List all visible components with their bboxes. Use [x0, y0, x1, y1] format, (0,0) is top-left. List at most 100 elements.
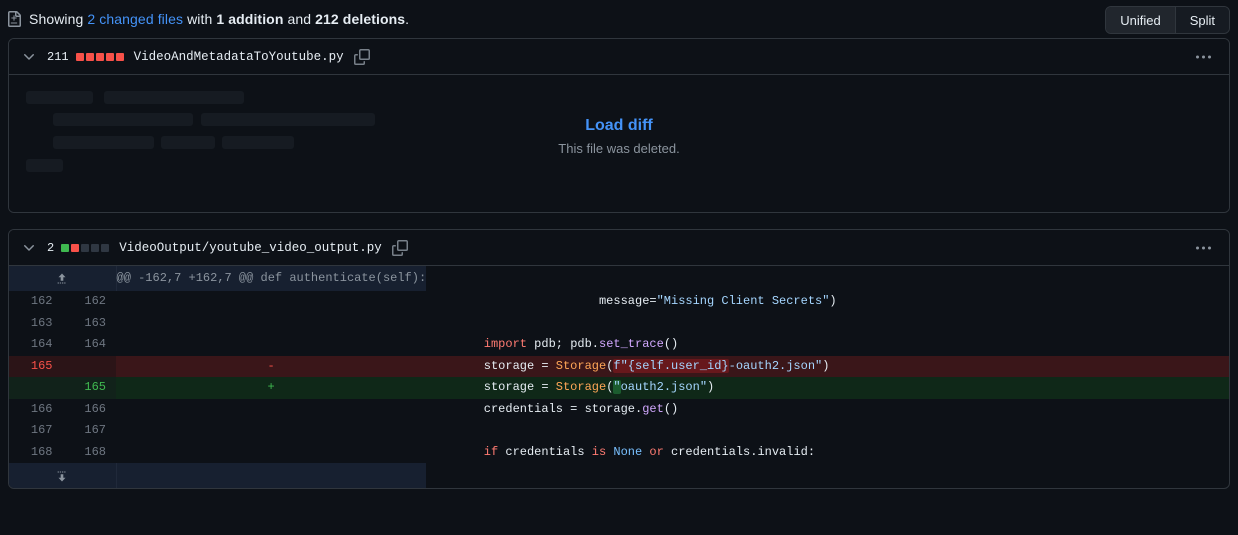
line-number-new[interactable]: 167 — [62, 420, 116, 442]
code-token: () — [663, 337, 679, 351]
file-header: 2 VideoOutput/youtube_video_output.py — [9, 230, 1229, 266]
kebab-dot — [1208, 246, 1211, 249]
line-number-new[interactable]: 163 — [62, 312, 116, 334]
file-card-deleted: 211 VideoAndMetadataToYoutube.py Load di… — [8, 38, 1230, 213]
line-number-old[interactable]: 163 — [9, 312, 63, 334]
hunk-header-text: @@ -162,7 +162,7 @@ def authenticate(sel… — [116, 266, 427, 291]
diff-marker — [116, 312, 427, 334]
diffstat-block — [105, 52, 114, 61]
code-token: or — [649, 444, 664, 459]
code-token: -oauth2.json" — [728, 358, 823, 373]
code-token-highlight: f"{self.user_id} — [613, 358, 729, 373]
line-number-new[interactable]: 162 — [62, 291, 116, 313]
diff-code-cell[interactable] — [426, 420, 1229, 442]
code-token: ) — [822, 358, 830, 373]
code-token: message= — [598, 294, 657, 308]
diff-code-cell[interactable] — [426, 312, 1229, 334]
diffstat-block — [95, 52, 104, 61]
diffstat-block — [85, 52, 94, 61]
diffstat-block — [81, 243, 90, 252]
unified-view-button[interactable]: Unified — [1106, 7, 1175, 33]
diff-code-cell[interactable]: storage = Storage(f"{self.user_id}-oauth… — [426, 355, 1229, 377]
expand-up-button[interactable] — [9, 266, 117, 291]
line-number-old[interactable]: 164 — [9, 334, 63, 356]
diff-line-deletion: 165 - storage = Storage(f"{self.user_id}-… — [9, 355, 1229, 377]
diff-marker — [116, 334, 427, 356]
diff-footer-body — [9, 463, 1229, 488]
diff-code-cell[interactable]: storage = Storage("oauth2.json") — [426, 377, 1229, 399]
kebab-dot — [1196, 55, 1199, 58]
diff-line-context: 167 167 — [9, 420, 1229, 442]
diff-marker — [116, 420, 427, 442]
file-diff-icon — [6, 11, 22, 27]
diff-code-cell[interactable]: import pdb; pdb.set_trace() — [426, 334, 1229, 356]
expand-down-row — [9, 463, 1229, 488]
skeleton-bar — [26, 91, 93, 104]
expand-down-spacer — [116, 463, 427, 488]
split-view-button[interactable]: Split — [1174, 7, 1229, 33]
summary-suffix: . — [405, 11, 410, 27]
file-options-menu-button[interactable] — [1192, 242, 1215, 253]
summary-and: and — [283, 11, 316, 27]
line-number-old[interactable]: 162 — [9, 291, 63, 313]
code-token: if — [483, 444, 499, 459]
diff-code-cell[interactable]: credentials = storage.get() — [426, 398, 1229, 420]
changed-files-link[interactable]: 2 changed files — [87, 11, 183, 27]
diff-marker: + — [116, 377, 427, 399]
code-token: oauth2.json" — [620, 380, 708, 394]
line-number-old[interactable]: 168 — [9, 441, 63, 463]
diff-line-context: 164 164 import pdb; pdb.set_trace() — [9, 334, 1229, 356]
code-token: storage = — [426, 380, 556, 394]
hunk-header-row: @@ -162,7 +162,7 @@ def authenticate(sel… — [9, 266, 1229, 291]
diff-code-cell[interactable]: message="Missing Client Secrets") — [426, 291, 1229, 313]
copy-path-icon[interactable] — [353, 48, 370, 65]
diff-line-context: 168 168 if credentials is None or credent… — [9, 441, 1229, 463]
code-token: set_trace — [599, 337, 664, 351]
line-number-new[interactable]: 166 — [62, 398, 116, 420]
diff-summary-text: Showing 2 changed files with 1 addition … — [29, 11, 409, 27]
diff-line-context: 163 163 — [9, 312, 1229, 334]
diff-marker: - — [116, 355, 427, 377]
expand-down-button[interactable] — [9, 463, 117, 488]
load-diff-button[interactable]: Load diff — [585, 117, 653, 135]
diff-code-cell[interactable]: if credentials is None or credentials.in… — [426, 441, 1229, 463]
diffstat-bar — [75, 52, 124, 61]
load-diff-area: Load diff This file was deleted. — [9, 117, 1229, 156]
line-number-old[interactable] — [9, 377, 63, 399]
code-token: ) — [829, 294, 837, 308]
chevron-down-icon[interactable] — [21, 49, 37, 65]
line-number-old[interactable]: 167 — [9, 420, 63, 442]
deleted-file-body: Load diff This file was deleted. — [9, 75, 1229, 212]
diff-line-addition: 165 + storage = Storage("oauth2.json") — [9, 377, 1229, 399]
diff-body: @@ -162,7 +162,7 @@ def authenticate(sel… — [9, 266, 1229, 463]
file-path[interactable]: VideoAndMetadataToYoutube.py — [134, 50, 344, 64]
line-number-new[interactable]: 165 — [62, 377, 116, 399]
file-options-menu-button[interactable] — [1192, 51, 1215, 62]
code-token: get — [642, 401, 664, 416]
diffstat-block — [101, 243, 110, 252]
summary-mid: with — [183, 11, 217, 27]
file-header: 211 VideoAndMetadataToYoutube.py — [9, 39, 1229, 75]
line-number-old[interactable]: 166 — [9, 398, 63, 420]
copy-path-icon[interactable] — [391, 239, 408, 256]
line-number-old[interactable]: 165 — [9, 355, 63, 377]
code-token: import — [483, 337, 527, 351]
code-token: is — [591, 444, 607, 459]
diffstat-block — [115, 52, 124, 61]
code-token: Storage — [555, 358, 607, 373]
diffstat-block — [91, 243, 100, 252]
chevron-down-icon[interactable] — [21, 240, 37, 256]
code-token: None — [613, 444, 643, 459]
diff-line-context: 166 166 credentials = storage.get() — [9, 398, 1229, 420]
code-token: () — [663, 401, 679, 416]
line-number-new[interactable]: 164 — [62, 334, 116, 356]
line-number-new[interactable]: 168 — [62, 441, 116, 463]
line-number-new[interactable] — [62, 355, 116, 377]
kebab-dot — [1202, 55, 1205, 58]
diff-marker — [116, 291, 427, 313]
file-path[interactable]: VideoOutput/youtube_video_output.py — [119, 241, 382, 255]
kebab-dot — [1208, 55, 1211, 58]
